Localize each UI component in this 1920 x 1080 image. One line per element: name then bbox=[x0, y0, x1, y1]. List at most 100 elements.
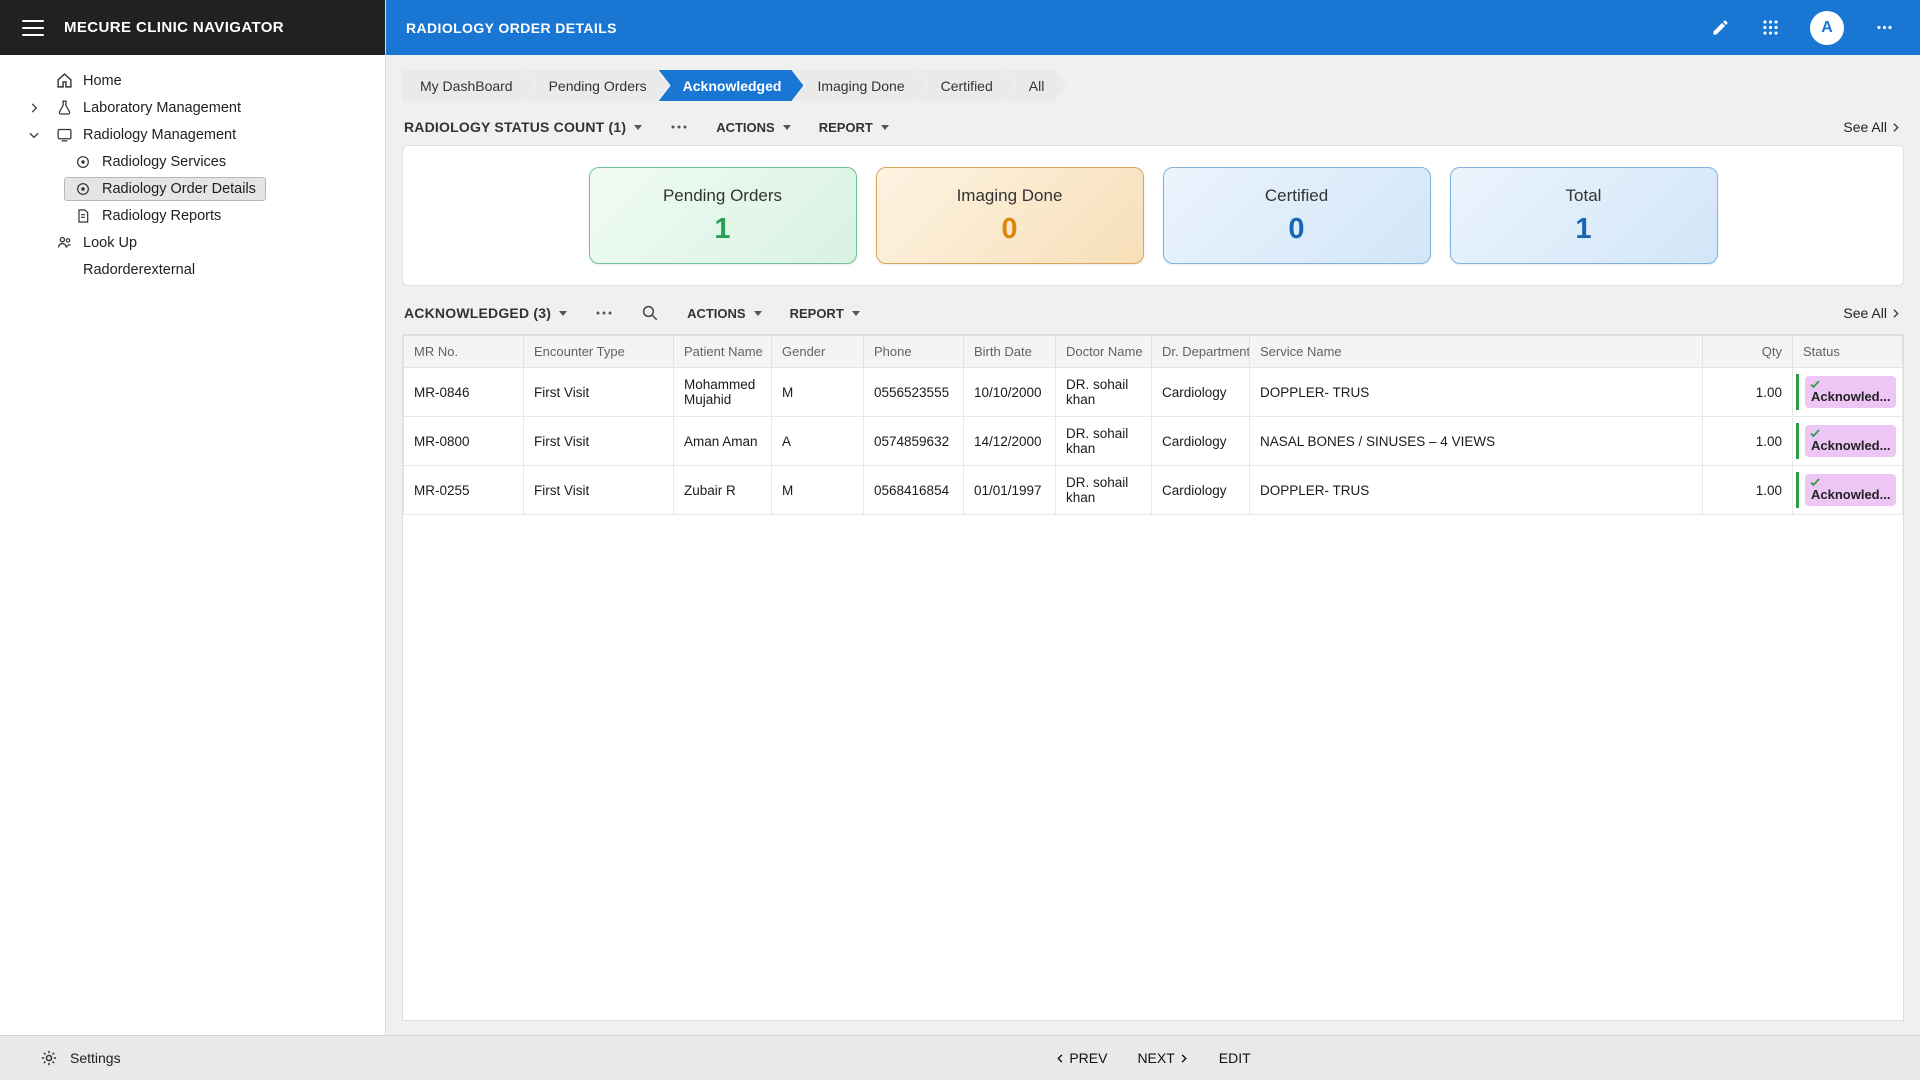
search-icon[interactable] bbox=[641, 304, 659, 322]
actions-dropdown[interactable]: ACTIONS bbox=[716, 120, 791, 135]
report-document-icon bbox=[74, 207, 92, 225]
card-value: 0 bbox=[1001, 213, 1017, 246]
sidebar-item-radiology-services[interactable]: Radiology Services bbox=[0, 148, 385, 175]
status-cards-panel: Pending Orders 1 Imaging Done 0 Certifie… bbox=[402, 145, 1904, 286]
sidebar-item-label: Look Up bbox=[83, 235, 137, 251]
status-accent-bar bbox=[1796, 423, 1799, 459]
col-gender[interactable]: Gender bbox=[772, 336, 864, 368]
card-value: 1 bbox=[1575, 213, 1591, 246]
orders-section-title[interactable]: ACKNOWLEDGED (3) bbox=[404, 305, 567, 321]
sidebar-item-label: Radorderexternal bbox=[83, 262, 195, 278]
orders-table: MR No. Encounter Type Patient Name Gende… bbox=[403, 335, 1903, 515]
tab-imaging-done[interactable]: Imaging Done bbox=[793, 70, 926, 101]
check-icon bbox=[1809, 476, 1821, 488]
sidebar-item-label: Radiology Services bbox=[102, 154, 226, 170]
caret-down-icon bbox=[754, 311, 762, 316]
tab-pending-orders[interactable]: Pending Orders bbox=[525, 70, 669, 101]
cell-dr-department: Cardiology bbox=[1152, 466, 1250, 515]
chevron-right-icon[interactable] bbox=[27, 101, 45, 115]
check-icon bbox=[1809, 427, 1821, 439]
actions-dropdown[interactable]: ACTIONS bbox=[687, 306, 762, 321]
look-up-people-icon bbox=[55, 234, 73, 252]
content: My DashBoard Pending Orders Acknowledged… bbox=[386, 55, 1920, 1035]
sidebar-item-label: Radiology Management bbox=[83, 127, 236, 143]
cell-gender: A bbox=[772, 417, 864, 466]
chevron-right-icon bbox=[1889, 307, 1902, 320]
hamburger-menu-icon[interactable] bbox=[22, 20, 44, 36]
cell-mr-no: MR-0800 bbox=[404, 417, 524, 466]
sidebar-item-radiology-management[interactable]: Radiology Management bbox=[0, 121, 385, 148]
card-total[interactable]: Total 1 bbox=[1450, 167, 1718, 264]
table-row[interactable]: MR-0800 First Visit Aman Aman A 05748596… bbox=[404, 417, 1903, 466]
sidebar-item-radiology-order-details[interactable]: Radiology Order Details bbox=[0, 175, 385, 202]
cell-birth-date: 01/01/1997 bbox=[964, 466, 1056, 515]
avatar[interactable]: A bbox=[1810, 11, 1844, 45]
prev-button[interactable]: PREV bbox=[1055, 1050, 1107, 1066]
more-options-icon[interactable] bbox=[595, 310, 613, 316]
see-all-orders-link[interactable]: See All bbox=[1843, 305, 1902, 321]
cell-mr-no: MR-0255 bbox=[404, 466, 524, 515]
more-menu-icon[interactable] bbox=[1874, 18, 1894, 38]
caret-down-icon bbox=[783, 125, 791, 130]
col-mr-no[interactable]: MR No. bbox=[404, 336, 524, 368]
col-doctor-name[interactable]: Doctor Name bbox=[1056, 336, 1152, 368]
col-status[interactable]: Status bbox=[1793, 336, 1903, 368]
col-service-name[interactable]: Service Name bbox=[1250, 336, 1703, 368]
cell-phone: 0556523555 bbox=[864, 368, 964, 417]
cell-doctor-name: DR. sohail khan bbox=[1056, 368, 1152, 417]
bottom-bar: Settings PREV NEXT EDIT bbox=[0, 1035, 1920, 1080]
card-pending-orders[interactable]: Pending Orders 1 bbox=[589, 167, 857, 264]
col-dr-department[interactable]: Dr. Department bbox=[1152, 336, 1250, 368]
next-button[interactable]: NEXT bbox=[1137, 1050, 1188, 1066]
cell-phone: 0568416854 bbox=[864, 466, 964, 515]
tab-my-dashboard[interactable]: My DashBoard bbox=[402, 70, 535, 101]
edit-button[interactable]: EDIT bbox=[1219, 1050, 1251, 1066]
status-section-title[interactable]: RADIOLOGY STATUS COUNT (1) bbox=[404, 119, 642, 135]
app-window: MECURE CLINIC NAVIGATOR Home bbox=[0, 0, 1920, 1035]
cell-service-name: DOPPLER- TRUS bbox=[1250, 466, 1703, 515]
sidebar-item-label: Laboratory Management bbox=[83, 100, 241, 116]
col-encounter-type[interactable]: Encounter Type bbox=[524, 336, 674, 368]
cell-birth-date: 14/12/2000 bbox=[964, 417, 1056, 466]
status-badge[interactable]: Acknowled... bbox=[1805, 474, 1896, 506]
report-dropdown[interactable]: REPORT bbox=[790, 306, 860, 321]
cell-encounter-type: First Visit bbox=[524, 368, 674, 417]
table-row[interactable]: MR-0255 First Visit Zubair R M 056841685… bbox=[404, 466, 1903, 515]
settings-button[interactable]: Settings bbox=[0, 1049, 386, 1067]
status-badge[interactable]: Acknowled... bbox=[1805, 376, 1896, 408]
top-bar: RADIOLOGY ORDER DETAILS A bbox=[386, 0, 1920, 55]
tab-acknowledged[interactable]: Acknowledged bbox=[659, 70, 804, 101]
cell-doctor-name: DR. sohail khan bbox=[1056, 466, 1152, 515]
col-birth-date[interactable]: Birth Date bbox=[964, 336, 1056, 368]
col-patient-name[interactable]: Patient Name bbox=[674, 336, 772, 368]
status-badge[interactable]: Acknowled... bbox=[1805, 425, 1896, 457]
cell-patient-name: Mohammed Mujahid bbox=[674, 368, 772, 417]
sidebar-item-home[interactable]: Home bbox=[0, 67, 385, 94]
col-qty[interactable]: Qty bbox=[1703, 336, 1793, 368]
more-options-icon[interactable] bbox=[670, 124, 688, 130]
chevron-down-icon[interactable] bbox=[27, 128, 45, 142]
sidebar-item-radiology-reports[interactable]: Radiology Reports bbox=[0, 202, 385, 229]
table-row[interactable]: MR-0846 First Visit Mohammed Mujahid M 0… bbox=[404, 368, 1903, 417]
report-dropdown[interactable]: REPORT bbox=[819, 120, 889, 135]
topbar-actions: A bbox=[1710, 11, 1894, 45]
edit-pencil-icon[interactable] bbox=[1710, 18, 1730, 38]
apps-grid-icon[interactable] bbox=[1760, 18, 1780, 38]
settings-label: Settings bbox=[70, 1050, 121, 1066]
card-imaging-done[interactable]: Imaging Done 0 bbox=[876, 167, 1144, 264]
cell-patient-name: Aman Aman bbox=[674, 417, 772, 466]
gear-icon bbox=[40, 1049, 58, 1067]
cell-encounter-type: First Visit bbox=[524, 466, 674, 515]
col-phone[interactable]: Phone bbox=[864, 336, 964, 368]
sidebar-item-look-up[interactable]: Look Up bbox=[0, 229, 385, 256]
cell-service-name: NASAL BONES / SINUSES – 4 VIEWS bbox=[1250, 417, 1703, 466]
sidebar-item-radorderexternal[interactable]: Radorderexternal bbox=[0, 256, 385, 283]
tab-certified[interactable]: Certified bbox=[917, 70, 1015, 101]
page-title: RADIOLOGY ORDER DETAILS bbox=[406, 20, 1710, 36]
orders-section-header: ACKNOWLEDGED (3) ACTIONS REPORT bbox=[404, 304, 1902, 322]
card-value: 0 bbox=[1288, 213, 1304, 246]
card-certified[interactable]: Certified 0 bbox=[1163, 167, 1431, 264]
status-section-header: RADIOLOGY STATUS COUNT (1) ACTIONS REPOR… bbox=[404, 119, 1902, 135]
see-all-status-link[interactable]: See All bbox=[1843, 119, 1902, 135]
sidebar-item-laboratory-management[interactable]: Laboratory Management bbox=[0, 94, 385, 121]
